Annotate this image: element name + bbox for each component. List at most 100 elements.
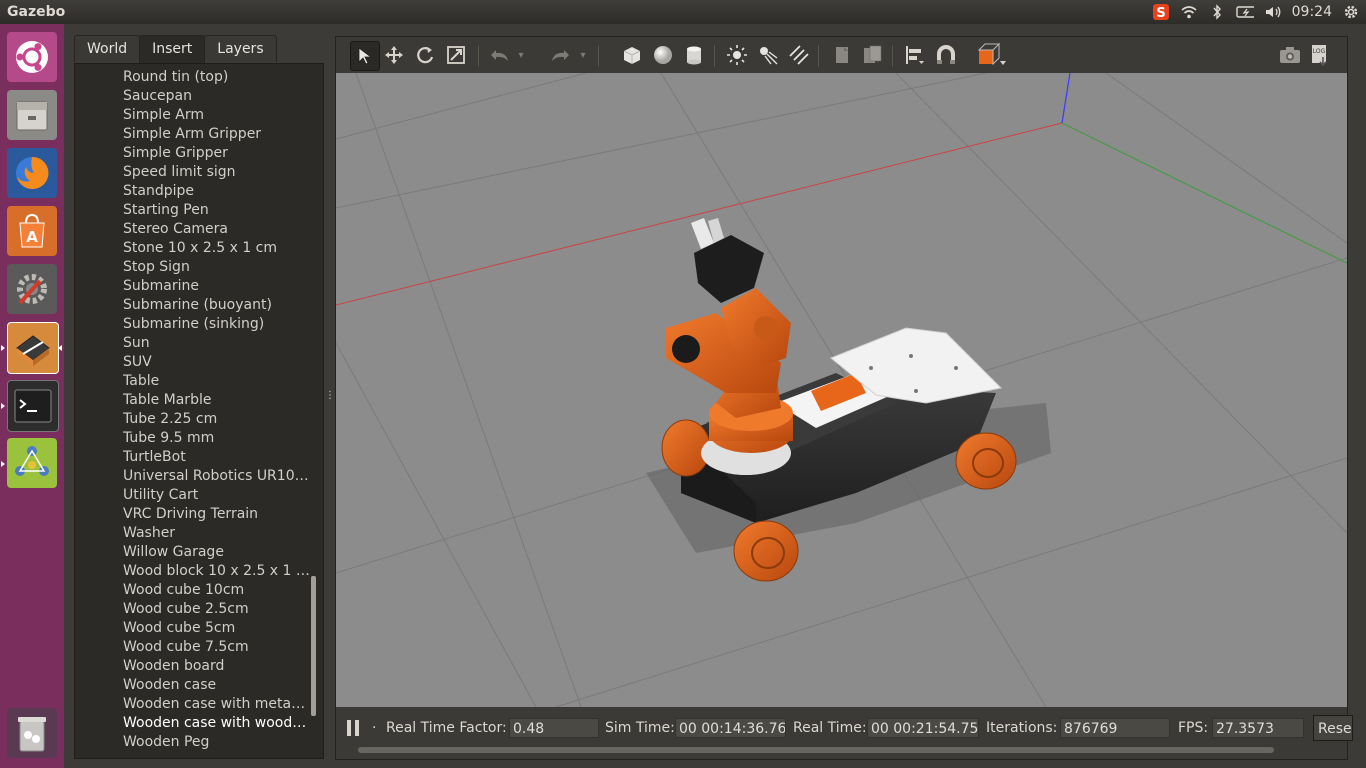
align-icon[interactable]	[901, 41, 929, 69]
files-icon[interactable]	[7, 90, 57, 140]
redo-icon[interactable]	[546, 41, 574, 69]
model-list-item[interactable]: Starting Pen	[123, 201, 311, 220]
model-list-item[interactable]: SUV	[123, 353, 311, 372]
box-shape-icon[interactable]	[618, 41, 646, 69]
trash-icon[interactable]	[7, 708, 57, 758]
model-list: Round tin (top) Saucepan Simple Arm Simple …	[74, 63, 324, 759]
scale-icon[interactable]	[442, 41, 470, 69]
model-list-item[interactable]: Submarine (buoyant)	[123, 296, 311, 315]
bluetooth-icon[interactable]	[1208, 3, 1226, 21]
model-list-item[interactable]: Round tin (top)	[123, 68, 311, 87]
scrollbar-thumb[interactable]	[311, 576, 316, 716]
pause-button[interactable]	[344, 717, 362, 739]
model-list-item[interactable]: Submarine (sinking)	[123, 315, 311, 334]
model-list-item[interactable]: Table Marble	[123, 391, 311, 410]
firefox-icon[interactable]	[7, 148, 57, 198]
running-indicator	[1, 461, 5, 467]
model-list-item[interactable]: Sun	[123, 334, 311, 353]
model-list-item[interactable]: Universal Robotics UR10…	[123, 467, 311, 486]
model-list-item[interactable]: Willow Garage	[123, 543, 311, 562]
cylinder-shape-icon[interactable]	[680, 41, 708, 69]
undo-icon[interactable]	[486, 41, 514, 69]
model-list-item[interactable]: Wooden Peg	[123, 733, 311, 752]
model-list-item[interactable]: Wooden case	[123, 676, 311, 695]
spot-light-icon[interactable]	[754, 41, 782, 69]
splitter-handle[interactable]: ⋮	[325, 390, 335, 401]
model-list-item[interactable]: Submarine	[123, 277, 311, 296]
panel-tabs: World Insert Layers	[74, 35, 277, 64]
translate-icon[interactable]	[380, 41, 408, 69]
tab-insert[interactable]: Insert	[139, 35, 206, 64]
horizontal-scrollbar[interactable]	[358, 747, 1274, 753]
real-time-field: 00 00:21:54.751	[867, 718, 979, 738]
gazebo-icon[interactable]	[7, 322, 59, 374]
active-window-indicator	[58, 345, 62, 351]
model-list-item[interactable]: Wood cube 10cm	[123, 581, 311, 600]
select-arrow-icon[interactable]	[350, 41, 380, 71]
model-list-item[interactable]: Wooden case with meta…	[123, 695, 311, 714]
model-list-item[interactable]: Stone 10 x 2.5 x 1 cm	[123, 239, 311, 258]
tab-world[interactable]: World	[74, 35, 141, 62]
ubuntu-dash-icon[interactable]	[7, 32, 57, 82]
tab-layers[interactable]: Layers	[204, 35, 277, 62]
undo-dropdown-icon[interactable]: ▾	[514, 41, 528, 69]
model-list-item[interactable]: Simple Gripper	[123, 144, 311, 163]
model-list-item[interactable]: Simple Arm	[123, 106, 311, 125]
iterations-label: Iterations:	[986, 720, 1058, 736]
volume-icon[interactable]	[1264, 3, 1282, 21]
point-light-icon[interactable]	[723, 41, 751, 69]
model-list-item[interactable]: Wood cube 5cm	[123, 619, 311, 638]
copy-icon[interactable]	[828, 41, 856, 69]
system-settings-icon[interactable]	[7, 264, 57, 314]
clock[interactable]: 09:24	[1292, 0, 1332, 24]
svg-text:S: S	[1156, 6, 1165, 21]
model-list-item[interactable]: Wooden board	[123, 657, 311, 676]
app-title: Gazebo	[7, 4, 66, 20]
model-list-item[interactable]: Tube 9.5 mm	[123, 429, 311, 448]
sogou-input-icon[interactable]: S	[1152, 3, 1170, 21]
status-bar: . Real Time Factor: 0.48 Sim Time: 00 00…	[336, 707, 1353, 759]
network-app-icon[interactable]	[7, 438, 57, 488]
log-icon[interactable]: LOG	[1306, 41, 1334, 69]
battery-icon[interactable]	[1235, 3, 1254, 21]
toolbar-separator	[598, 45, 599, 67]
running-indicator	[1, 345, 5, 351]
view-angle-icon[interactable]	[974, 41, 1008, 69]
snap-icon[interactable]	[932, 41, 960, 69]
model-list-item[interactable]: Washer	[123, 524, 311, 543]
model-list-item[interactable]: Utility Cart	[123, 486, 311, 505]
reset-time-button[interactable]: Reset	[1313, 715, 1353, 741]
model-list-item[interactable]: Wood cube 7.5cm	[123, 638, 311, 657]
model-list-item[interactable]: TurtleBot	[123, 448, 311, 467]
toolbar-separator	[714, 45, 715, 67]
paste-icon[interactable]	[859, 41, 887, 69]
settings-gear-icon[interactable]	[1342, 3, 1360, 21]
software-center-icon[interactable]: A	[7, 206, 57, 256]
model-list-item[interactable]: Speed limit sign	[123, 163, 311, 182]
redo-dropdown-icon[interactable]: ▾	[576, 41, 590, 69]
model-list-item[interactable]: Table	[123, 372, 311, 391]
left-panel: World Insert Layers Round tin (top) Sauce…	[74, 35, 324, 759]
model-list-item[interactable]: VRC Driving Terrain	[123, 505, 311, 524]
step-button[interactable]: .	[372, 716, 376, 732]
terminal-icon[interactable]	[7, 380, 59, 432]
sphere-shape-icon[interactable]	[649, 41, 677, 69]
directional-light-icon[interactable]	[785, 41, 813, 69]
svg-text:LOG: LOG	[1313, 48, 1326, 55]
screenshot-icon[interactable]	[1276, 41, 1304, 69]
model-list-item[interactable]: Saucepan	[123, 87, 311, 106]
model-list-item[interactable]: Stop Sign	[123, 258, 311, 277]
wifi-icon[interactable]	[1180, 3, 1198, 21]
model-list-item[interactable]: Standpipe	[123, 182, 311, 201]
svg-text:A: A	[26, 228, 38, 246]
model-list-item[interactable]: Stereo Camera	[123, 220, 311, 239]
scene-panel: ▾ ▾ LOG . Real Time Factor: 0.48 Sim Tim…	[335, 36, 1353, 760]
rotate-icon[interactable]	[411, 41, 439, 69]
model-list-item[interactable]: Wood block 10 x 2.5 x 1 …	[123, 562, 311, 581]
model-list-item[interactable]: Simple Arm Gripper	[123, 125, 311, 144]
model-list-item[interactable]: Wood cube 2.5cm	[123, 600, 311, 619]
3d-viewport[interactable]	[336, 73, 1347, 707]
model-list-item[interactable]: Tube 2.25 cm	[123, 410, 311, 429]
model-list-item[interactable]: Wooden case with wood…	[123, 714, 311, 733]
toolbar: ▾ ▾ LOG	[336, 37, 1347, 73]
